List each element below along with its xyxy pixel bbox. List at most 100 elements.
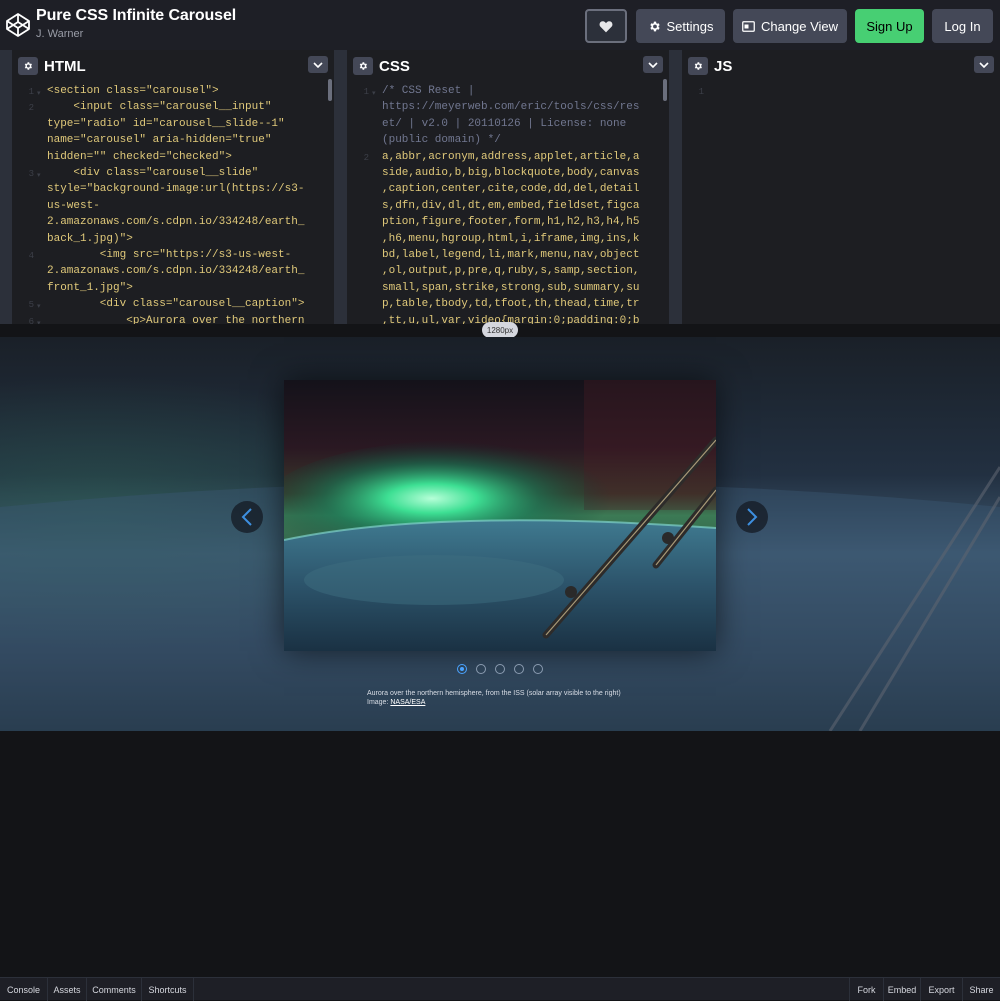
css-panel-title: CSS	[379, 57, 410, 75]
carousel-dot-1[interactable]	[457, 664, 467, 674]
preview-width-badge: 1280px	[482, 322, 518, 338]
like-button[interactable]	[585, 9, 627, 43]
html-code-editor[interactable]: 1 ▾ <section class="carousel"> 2 <input cla…	[12, 81, 334, 324]
html-editor-panel: HTML 1 ▾ <section class="carousel"> 2 <inpu…	[12, 50, 334, 324]
code-line: ption,figure,footer,form,h1,h2,h3,h4,h5	[382, 216, 640, 229]
line-number: 2	[28, 103, 34, 114]
fork-button[interactable]: Fork	[849, 978, 883, 1001]
carousel-dot-2[interactable]	[476, 664, 486, 674]
html-settings-button[interactable]	[18, 57, 38, 75]
html-panel-header: HTML	[12, 53, 334, 79]
code-line: bd,label,legend,li,mark,menu,nav,object	[382, 249, 640, 261]
fold-arrow-icon[interactable]: ▾	[372, 86, 376, 102]
code-line: <input class="carousel__input"	[47, 101, 272, 114]
line-number: 4	[28, 251, 34, 261]
code-line: hidden="" checked="checked">	[47, 150, 232, 163]
pen-author[interactable]: J. Warner	[36, 28, 83, 40]
code-line: /* CSS Reset |	[382, 85, 475, 97]
line-number: 1	[28, 87, 34, 97]
assets-button[interactable]: Assets	[48, 978, 87, 1001]
carousel-pagination	[457, 664, 543, 674]
settings-button[interactable]: Settings	[636, 9, 725, 43]
css-code-editor[interactable]: 1 ▾ /* CSS Reset | https://meyerweb.com/eri…	[347, 81, 669, 324]
gear-icon	[24, 62, 32, 70]
code-line: ,h6,menu,hgroup,html,i,iframe,img,ins,k	[382, 232, 640, 245]
code-line: <div class="carousel__slide"	[47, 167, 259, 179]
code-line: p,table,tbody,td,tfoot,th,thead,time,tr	[382, 298, 640, 311]
js-panel-title: JS	[714, 57, 733, 75]
css-panel-header: CSS	[347, 53, 669, 79]
fold-arrow-icon[interactable]: ▾	[37, 299, 41, 315]
console-button[interactable]: Console	[0, 978, 48, 1001]
gear-icon	[694, 62, 702, 70]
caption-credit: Image: NASA/ESA	[367, 698, 621, 707]
shortcuts-button[interactable]: Shortcuts	[142, 978, 194, 1001]
bottom-bar: Console Assets Comments Shortcuts Fork E…	[0, 977, 1000, 1001]
code-line: type="radio" id="carousel__slide--1"	[47, 117, 285, 130]
fold-arrow-icon[interactable]: ▾	[37, 316, 41, 324]
carousel-dot-4[interactable]	[514, 664, 524, 674]
code-line: back_1.jpg)">	[47, 232, 133, 245]
carousel-next-button[interactable]	[736, 501, 768, 533]
fold-arrow-icon[interactable]: ▾	[37, 86, 41, 102]
html-scrollbar[interactable]	[328, 79, 332, 101]
code-line: <p>Aurora over the northern	[47, 314, 305, 324]
css-settings-button[interactable]	[353, 57, 373, 75]
change-view-label: Change View	[760, 18, 839, 34]
export-button[interactable]: Export	[920, 978, 962, 1001]
code-line: a,abbr,acronym,address,applet,article,a	[382, 150, 640, 163]
code-line: <img src="https://s3-us-west-	[47, 249, 292, 261]
layout-icon	[742, 20, 755, 32]
js-panel-menu-button[interactable]	[974, 56, 994, 73]
gear-icon	[649, 21, 660, 31]
line-number: 5	[28, 300, 34, 311]
code-line: https://meyerweb.com/eric/tools/css/res	[382, 101, 640, 114]
html-panel-menu-button[interactable]	[308, 56, 328, 73]
line-number: 6	[28, 316, 34, 324]
embed-button[interactable]: Embed	[883, 978, 920, 1001]
code-line: <div class="carousel__caption">	[47, 298, 305, 311]
code-line: small,span,strike,strong,sub,summary,su	[382, 281, 640, 294]
code-line: <section class="carousel">	[47, 85, 219, 97]
js-editor-panel: JS 1	[682, 50, 1000, 324]
code-line: ,caption,center,cite,code,dd,del,detail	[382, 183, 640, 196]
css-panel-menu-button[interactable]	[643, 56, 663, 73]
pen-title[interactable]: Pure CSS Infinite Carousel	[36, 7, 236, 25]
carousel-prev-button[interactable]	[231, 501, 263, 533]
code-line: name="carousel" aria-hidden="true"	[47, 134, 272, 147]
settings-label: Settings	[666, 18, 714, 34]
css-editor-panel: CSS 1 ▾ /* CSS Reset | https://meyerweb.com…	[347, 50, 669, 324]
code-line: s,dfn,div,dl,dt,em,embed,fieldset,figca	[382, 199, 640, 212]
css-scrollbar[interactable]	[663, 79, 667, 101]
comments-button[interactable]: Comments	[87, 978, 142, 1001]
carousel-caption: Aurora over the northern hemisphere, fro…	[367, 689, 621, 707]
line-number: 1	[698, 87, 704, 97]
carousel-dot-3[interactable]	[495, 664, 505, 674]
caption-text: Aurora over the northern hemisphere, fro…	[367, 690, 621, 697]
chevron-down-icon	[979, 61, 989, 68]
change-view-button[interactable]: Change View	[733, 9, 847, 43]
heart-icon	[599, 20, 613, 32]
signup-button[interactable]: Sign Up	[855, 9, 924, 43]
fold-arrow-icon[interactable]: ▾	[37, 168, 41, 184]
chevron-down-icon	[313, 61, 323, 68]
code-line: side,audio,b,big,blockquote,body,canvas	[382, 167, 640, 179]
line-number: 2	[363, 152, 369, 163]
chevron-right-icon	[747, 508, 758, 526]
code-line: 2.amazonaws.com/s.cdpn.io/334248/earth_	[47, 265, 305, 278]
js-settings-button[interactable]	[688, 57, 708, 75]
codepen-logo-icon[interactable]	[6, 13, 30, 37]
carousel-dot-5[interactable]	[533, 664, 543, 674]
login-button[interactable]: Log In	[932, 9, 993, 43]
chevron-left-icon	[241, 508, 252, 526]
line-number: 1	[363, 87, 369, 97]
line-number: 3	[28, 169, 34, 179]
share-button[interactable]: Share	[962, 978, 1000, 1001]
caption-credit-link[interactable]: NASA/ESA	[390, 699, 425, 706]
code-line: et/ | v2.0 | 20110126 | License: none	[382, 117, 627, 130]
chevron-down-icon	[648, 61, 658, 68]
carousel-slide-image	[284, 380, 716, 651]
js-code-editor[interactable]: 1	[682, 81, 1000, 324]
code-line: (public domain) */	[382, 134, 501, 147]
top-bar: Pure CSS Infinite Carousel J. Warner Set…	[0, 0, 1000, 50]
